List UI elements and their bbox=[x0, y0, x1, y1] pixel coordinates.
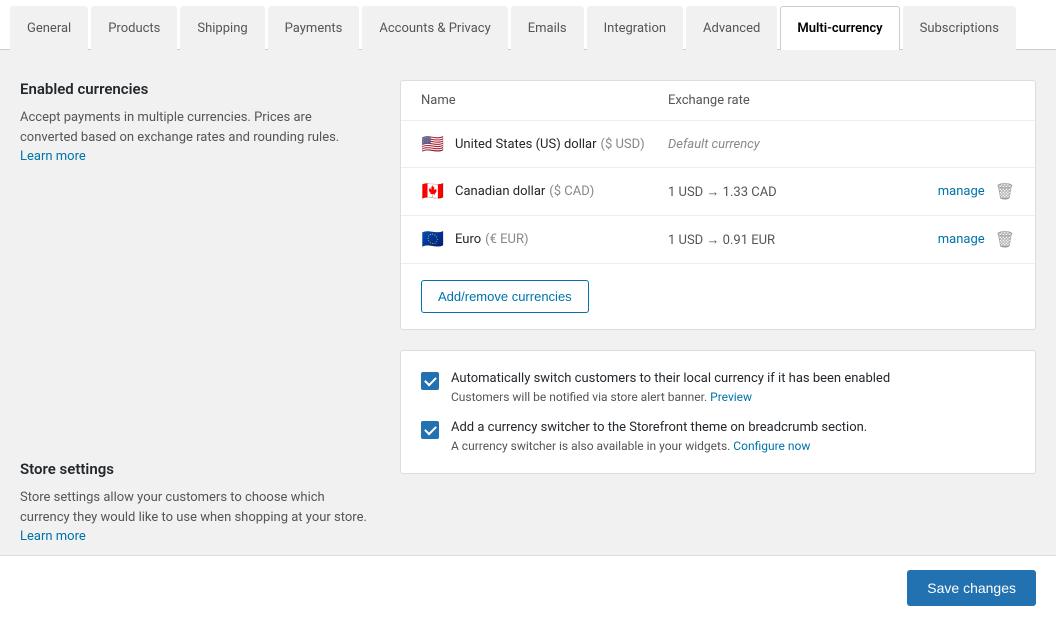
currency-default-label-usd: Default currency bbox=[668, 137, 760, 152]
enabled-currencies-learn-more-link[interactable]: Learn more bbox=[20, 149, 86, 164]
currency-code-cad: ($ CAD) bbox=[549, 184, 594, 199]
page-footer: Save changes bbox=[0, 555, 1056, 620]
manage-link-eur[interactable]: manage bbox=[938, 232, 985, 247]
tab-shipping[interactable]: Shipping bbox=[180, 6, 264, 50]
store-settings-left-panel: Store settings Store settings allow your… bbox=[20, 460, 370, 547]
currency-switcher-configure-link[interactable]: Configure now bbox=[733, 439, 810, 453]
checkbox-auto-switch-sublabel: Customers will be notified via store ale… bbox=[451, 390, 890, 404]
col-header-name: Name bbox=[421, 93, 668, 108]
delete-icon-cad[interactable]: 🗑 bbox=[995, 182, 1015, 201]
currency-name-cad: Canadian dollar bbox=[455, 184, 545, 199]
col-header-actions bbox=[915, 93, 1015, 108]
tab-multi-currency[interactable]: Multi-currency bbox=[780, 6, 899, 50]
currency-actions-cad: manage 🗑 bbox=[915, 182, 1015, 201]
tab-payments[interactable]: Payments bbox=[268, 6, 360, 50]
flag-usd: 🇺🇸 bbox=[421, 135, 445, 153]
currency-row-eur: 🇪🇺 Euro (€ EUR) 1 USD → 0.91 EUR manage … bbox=[401, 216, 1035, 264]
checkbox-currency-switcher-wrapper[interactable] bbox=[421, 421, 439, 439]
tab-accounts-privacy[interactable]: Accounts & Privacy bbox=[362, 6, 507, 50]
checkbox-currency-switcher-sublabel: A currency switcher is also available in… bbox=[451, 439, 867, 453]
tab-bar: General Products Shipping Payments Accou… bbox=[0, 0, 1056, 50]
enabled-currencies-desc: Accept payments in multiple currencies. … bbox=[20, 108, 370, 167]
currency-row-cad: 🇨🇦 Canadian dollar ($ CAD) 1 USD → 1.33 … bbox=[401, 168, 1035, 216]
currency-name-usd: United States (US) dollar bbox=[455, 137, 597, 152]
checkbox-currency-switcher[interactable] bbox=[421, 421, 439, 439]
currency-name-eur: Euro bbox=[455, 232, 481, 247]
tab-general[interactable]: General bbox=[10, 6, 88, 50]
currencies-card: Name Exchange rate 🇺🇸 United States (US)… bbox=[400, 80, 1036, 330]
add-currencies-section: Add/remove currencies bbox=[401, 264, 1035, 329]
col-header-rate: Exchange rate bbox=[668, 93, 915, 108]
add-remove-currencies-button[interactable]: Add/remove currencies bbox=[421, 280, 589, 313]
currency-code-usd: ($ USD) bbox=[601, 137, 645, 152]
flag-eur: 🇪🇺 bbox=[421, 231, 445, 249]
tab-advanced[interactable]: Advanced bbox=[686, 6, 777, 50]
table-header: Name Exchange rate bbox=[401, 81, 1035, 121]
tab-emails[interactable]: Emails bbox=[511, 6, 584, 50]
left-panel-currencies: Enabled currencies Accept payments in mu… bbox=[20, 80, 400, 494]
manage-link-cad[interactable]: manage bbox=[938, 184, 985, 199]
checkbox-auto-switch-label: Automatically switch customers to their … bbox=[451, 371, 890, 386]
store-settings-card: Automatically switch customers to their … bbox=[400, 350, 1036, 474]
checkbox-auto-switch-wrapper[interactable] bbox=[421, 372, 439, 390]
delete-icon-eur[interactable]: 🗑 bbox=[995, 230, 1015, 249]
currency-rate-cad: 1 USD → 1.33 CAD bbox=[668, 185, 777, 200]
enabled-currencies-title: Enabled currencies bbox=[20, 80, 370, 98]
checkbox-currency-switcher-label: Add a currency switcher to the Storefron… bbox=[451, 420, 867, 435]
tab-integration[interactable]: Integration bbox=[587, 6, 683, 50]
checkbox-currency-switcher-content: Add a currency switcher to the Storefron… bbox=[451, 420, 867, 453]
right-panel: Name Exchange rate 🇺🇸 United States (US)… bbox=[400, 80, 1036, 494]
currency-actions-eur: manage 🗑 bbox=[915, 230, 1015, 249]
save-changes-button[interactable]: Save changes bbox=[907, 570, 1036, 606]
tab-products[interactable]: Products bbox=[91, 6, 177, 50]
page-content: Enabled currencies Accept payments in mu… bbox=[0, 50, 1056, 524]
store-settings-learn-more-link[interactable]: Learn more bbox=[20, 529, 86, 544]
checkbox-auto-switch-content: Automatically switch customers to their … bbox=[451, 371, 890, 404]
store-settings-desc: Store settings allow your customers to c… bbox=[20, 488, 370, 547]
store-settings-title: Store settings bbox=[20, 460, 370, 478]
checkbox-row-currency-switcher: Add a currency switcher to the Storefron… bbox=[421, 420, 1015, 453]
auto-switch-preview-link[interactable]: Preview bbox=[710, 390, 752, 404]
currency-rate-eur: 1 USD → 0.91 EUR bbox=[668, 233, 775, 248]
currency-table: Name Exchange rate 🇺🇸 United States (US)… bbox=[401, 81, 1035, 329]
checkbox-row-auto-switch: Automatically switch customers to their … bbox=[421, 371, 1015, 404]
tab-subscriptions[interactable]: Subscriptions bbox=[903, 6, 1016, 50]
flag-cad: 🇨🇦 bbox=[421, 183, 445, 201]
currency-code-eur: (€ EUR) bbox=[485, 232, 528, 247]
checkbox-auto-switch[interactable] bbox=[421, 372, 439, 390]
currency-row-usd: 🇺🇸 United States (US) dollar ($ USD) Def… bbox=[401, 121, 1035, 168]
